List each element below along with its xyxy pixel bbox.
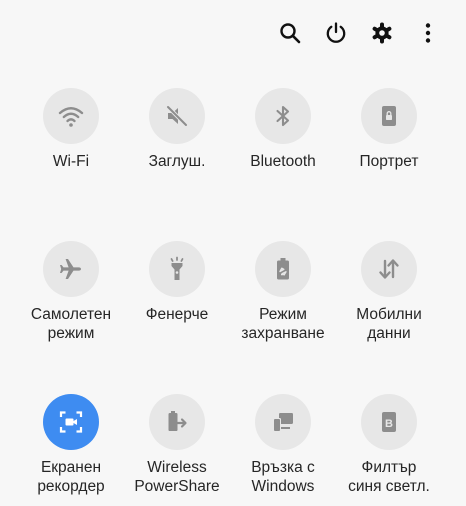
settings-gear-icon[interactable] [369, 20, 395, 46]
portrait-toggle[interactable] [361, 88, 417, 144]
tile-sound-mute: Заглуш. [124, 88, 230, 171]
tile-power-mode: Режим захранване [230, 241, 336, 343]
quick-panel-top-bar [0, 0, 466, 64]
tile-bluetooth: Bluetooth [230, 88, 336, 171]
mobile-data-toggle[interactable] [361, 241, 417, 297]
tile-link-to-windows: Връзка с Windows [230, 394, 336, 496]
tile-label-wireless-powershare: Wireless PowerShare [134, 459, 220, 495]
svg-text:B: B [385, 418, 393, 430]
screen-recorder-icon [59, 411, 83, 433]
power-icon[interactable] [323, 20, 349, 46]
bluetooth-icon [276, 105, 290, 127]
tile-label-flashlight: Фенерче [145, 306, 209, 323]
link-to-windows-toggle[interactable] [255, 394, 311, 450]
tile-portrait: Портрет [336, 88, 442, 171]
flashlight-icon [170, 256, 184, 280]
airplane-mode-toggle[interactable] [43, 241, 99, 297]
tile-airplane-mode: Самолетен режим [18, 241, 124, 343]
wireless-powershare-toggle[interactable] [149, 394, 205, 450]
tile-label-sound-mute: Заглуш. [148, 153, 206, 170]
sound-mute-toggle[interactable] [149, 88, 205, 144]
more-vertical-icon[interactable] [415, 20, 441, 46]
sound-muted-icon [166, 105, 188, 127]
blue-light-filter-toggle[interactable]: B [361, 394, 417, 450]
tile-label-mobile-data: Мобилни данни [356, 306, 422, 342]
wireless-powershare-icon [168, 411, 187, 431]
wifi-icon [58, 107, 84, 127]
flashlight-toggle[interactable] [149, 241, 205, 297]
tile-wifi: Wi-Fi [18, 88, 124, 171]
power-saving-battery-icon [277, 258, 289, 280]
tile-wireless-powershare: Wireless PowerShare [124, 394, 230, 496]
portrait-lock-icon [382, 106, 396, 126]
tile-label-airplane-mode: Самолетен режим [30, 306, 112, 342]
search-icon[interactable] [277, 20, 303, 46]
screen-recorder-toggle[interactable] [43, 394, 99, 450]
tile-label-wifi: Wi-Fi [52, 153, 90, 170]
tile-label-power-mode: Режим захранване [241, 306, 325, 342]
tile-label-bluetooth: Bluetooth [250, 153, 316, 170]
mobile-data-arrows-icon [379, 259, 399, 279]
tile-mobile-data: Мобилни данни [336, 241, 442, 343]
wifi-toggle[interactable] [43, 88, 99, 144]
blue-light-filter-icon: B [382, 412, 396, 432]
tile-label-blue-light-filter: Филтър синя светл. [348, 459, 430, 495]
tile-label-portrait: Портрет [359, 153, 419, 170]
bluetooth-toggle[interactable] [255, 88, 311, 144]
tile-flashlight: Фенерче [124, 241, 230, 324]
tile-label-screen-recorder: Екранен рекордер [37, 459, 105, 495]
power-mode-toggle[interactable] [255, 241, 311, 297]
tile-label-link-to-windows: Връзка с Windows [251, 459, 315, 495]
airplane-icon [60, 259, 81, 279]
tile-blue-light-filter: B Филтър синя светл. [336, 394, 442, 496]
link-to-windows-icon [273, 413, 293, 432]
tile-screen-recorder: Екранен рекордер [18, 394, 124, 496]
